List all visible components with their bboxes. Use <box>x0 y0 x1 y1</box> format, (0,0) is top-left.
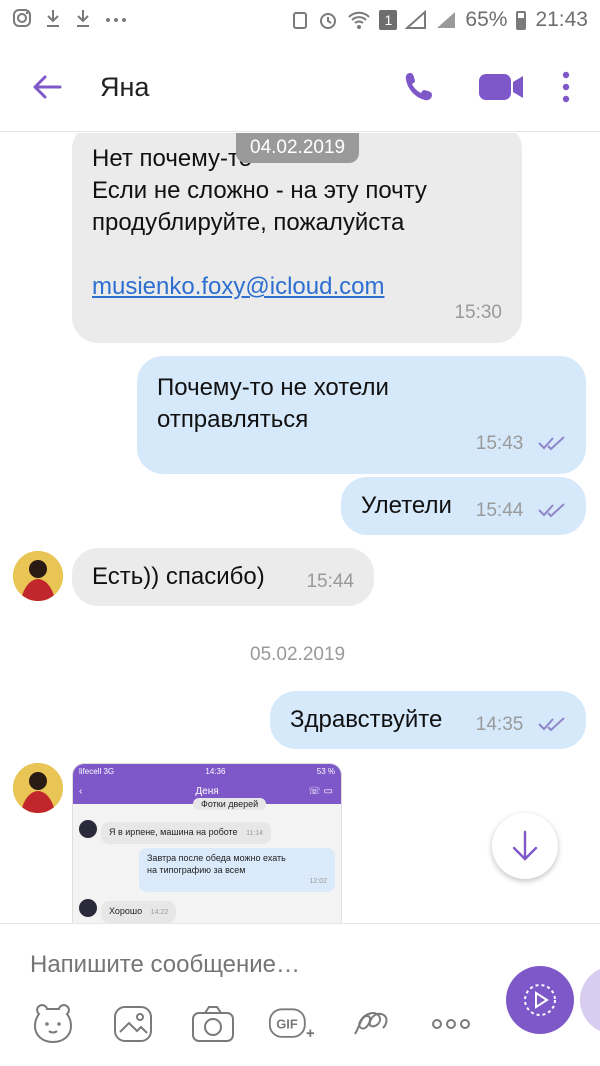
contact-avatar[interactable] <box>13 551 63 601</box>
message-meta: 15:43 <box>476 426 566 460</box>
composer-toolbar: GIF <box>0 1002 500 1046</box>
message-input[interactable] <box>30 948 470 982</box>
message-incoming[interactable]: Есть)) спасибо) 15:44 <box>72 548 374 606</box>
preview-message: Я в ирпене, машина на роботе 11:14 <box>101 822 272 844</box>
video-call-icon[interactable] <box>478 72 524 102</box>
more-notifications-icon <box>106 18 126 22</box>
contact-avatar[interactable] <box>13 763 63 813</box>
data-saver-icon <box>293 12 308 29</box>
preview-battery: 53 % <box>316 766 335 776</box>
video-message-button[interactable] <box>506 966 574 1034</box>
preview-text: Я в ирпене, машина на роботе <box>109 827 238 837</box>
preview-avatar <box>79 899 97 917</box>
email-link[interactable]: musienko.foxy@icloud.com <box>92 271 502 303</box>
status-left-icons <box>12 8 128 28</box>
record-video-icon <box>524 984 556 1016</box>
preview-text: Завтра после обеда можно ехать <box>147 853 286 863</box>
contact-name[interactable]: Яна <box>100 72 149 103</box>
sticker-button[interactable] <box>30 1002 76 1046</box>
doodle-button[interactable] <box>348 1002 394 1046</box>
preview-time-label: 14:22 <box>150 909 169 916</box>
scroll-down-button[interactable] <box>492 813 558 879</box>
preview-time-label: 12:02 <box>309 878 327 885</box>
preview-status-bar: lifecell 3G 14:36 53 % <box>73 764 341 778</box>
instagram-icon <box>13 9 31 27</box>
arrow-down-icon <box>512 830 538 861</box>
chat-header: Яна <box>0 40 600 132</box>
gallery-button[interactable] <box>110 1002 156 1046</box>
camera-icon <box>192 1006 234 1042</box>
read-ticks-icon <box>538 502 565 518</box>
status-right-icons: 1 65% 21:43 <box>291 8 588 32</box>
bear-sticker-icon <box>33 1004 73 1044</box>
message-list[interactable]: Нет почему-то Если не сложно - на эту по… <box>0 133 600 923</box>
preview-message: Завтра после обеда можно ехать на типогр… <box>139 848 335 892</box>
camera-button[interactable] <box>190 1002 236 1046</box>
preview-text: на типографию за всем <box>147 865 246 875</box>
read-ticks-icon <box>538 716 565 732</box>
preview-avatar <box>79 820 97 838</box>
doodle-icon <box>354 1012 388 1035</box>
message-outgoing[interactable]: Почему-то не хотели отправляться 15:43 <box>137 356 586 474</box>
preview-time-label: 11:14 <box>246 830 264 837</box>
preview-carrier: lifecell 3G <box>79 766 115 776</box>
gif-icon: GIF <box>268 1008 314 1038</box>
message-text: Улетели <box>361 492 452 519</box>
signal-icon-2 <box>437 12 456 28</box>
more-options-icon <box>432 1019 470 1029</box>
preview-message: Фотки дверей <box>193 798 267 810</box>
message-time: 15:44 <box>306 571 354 592</box>
sim-badge: 1 <box>379 10 398 30</box>
battery-icon <box>516 11 527 30</box>
preview-time: 14:36 <box>205 766 226 776</box>
message-time: 15:30 <box>454 302 502 323</box>
preview-contact: Деня <box>195 785 219 797</box>
back-arrow-icon[interactable] <box>30 70 64 104</box>
message-text: Здравствуйте <box>290 706 443 733</box>
more-attachments-button[interactable] <box>428 1002 474 1046</box>
floating-date: 04.02.2019 <box>236 133 360 163</box>
download-icon <box>47 10 59 27</box>
message-time: 14:35 <box>475 714 524 735</box>
preview-back-icon: ‹ <box>79 785 83 797</box>
download-icon-2 <box>77 10 89 27</box>
preview-message: Хорошо 14:22 <box>101 901 177 923</box>
message-composer: GIF <box>0 923 600 1066</box>
avatar-photo-icon <box>13 763 63 813</box>
message-time: 15:44 <box>475 500 524 521</box>
preview-text: Хорошо <box>109 906 143 916</box>
status-bar: 1 65% 21:43 <box>0 0 600 40</box>
svg-text:GIF: GIF <box>276 1017 298 1032</box>
preview-call-icons: ☏ ▭ <box>308 785 333 797</box>
message-text-line: Если не сложно - на эту почту <box>92 177 427 204</box>
message-time: 15:43 <box>475 433 524 454</box>
image-message[interactable]: lifecell 3G 14:36 53 % ‹ Деня ☏ ▭ Фотки … <box>72 763 342 923</box>
message-text: Есть)) спасибо) <box>92 563 265 590</box>
battery-percent: 65% <box>465 8 508 31</box>
alarm-icon <box>320 13 337 29</box>
read-ticks-icon <box>538 435 565 451</box>
avatar-photo-icon <box>13 551 63 601</box>
more-options-icon[interactable] <box>556 70 576 104</box>
wifi-icon <box>348 11 371 29</box>
chat-screen: 1 65% 21:43 Яна Нет почему-то Если не сл… <box>0 0 600 1066</box>
message-incoming[interactable]: Нет почему-то Если не сложно - на эту по… <box>72 133 522 343</box>
gif-button[interactable]: GIF <box>268 1002 314 1046</box>
clock: 21:43 <box>535 8 588 31</box>
message-outgoing[interactable]: Улетели 15:44 <box>341 477 586 535</box>
date-separator: 05.02.2019 <box>250 644 346 665</box>
message-outgoing[interactable]: Здравствуйте 14:35 <box>270 691 586 749</box>
message-meta: 15:44 <box>476 493 566 527</box>
message-text-line: Почему-то не хотели <box>157 374 389 401</box>
secondary-action-button[interactable] <box>580 966 600 1034</box>
message-text-line: продублируйте, пожалуйста <box>92 209 405 236</box>
image-gallery-icon <box>114 1006 152 1042</box>
message-meta: 14:35 <box>476 707 566 741</box>
phone-call-icon[interactable] <box>402 70 436 104</box>
signal-icon <box>405 10 427 29</box>
